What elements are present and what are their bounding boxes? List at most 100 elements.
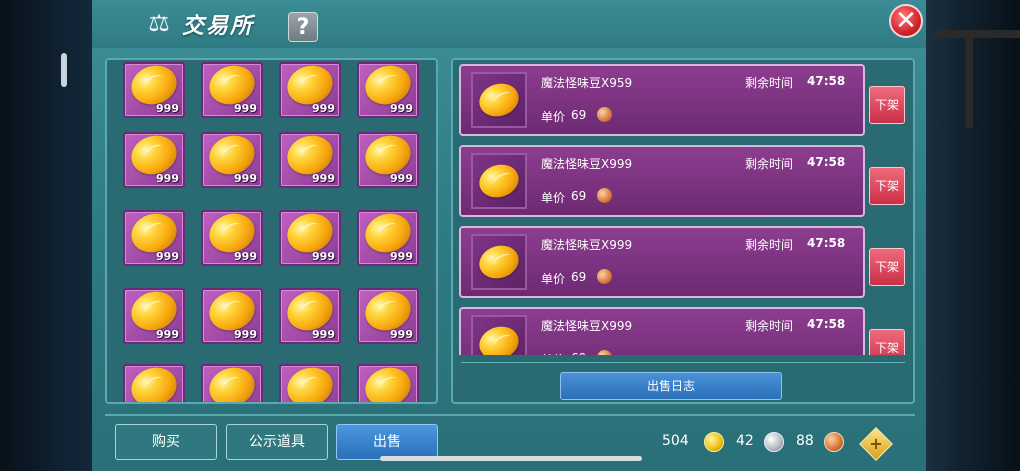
price-label: 单价	[541, 272, 566, 286]
slot-quantity: 999	[312, 172, 335, 185]
slot-quantity: 999	[234, 102, 257, 115]
inventory-slot[interactable]: 999	[201, 285, 263, 344]
inventory-slot[interactable]: 999	[357, 60, 419, 118]
listing-name: 魔法怪味豆X999	[541, 157, 633, 171]
inventory-grid: 999 999 999 999 999 999 999 999 999 999 …	[105, 58, 438, 404]
slot-quantity: 999	[234, 250, 257, 263]
home-indicator[interactable]	[380, 456, 642, 461]
inventory-slot[interactable]: 999	[123, 285, 185, 344]
tab-sell[interactable]: 出售	[336, 424, 438, 460]
bronze-coin-icon	[597, 107, 612, 122]
item-frame	[471, 153, 527, 209]
inventory-slot[interactable]: 999	[279, 285, 341, 344]
inventory-slot[interactable]: 999	[279, 60, 341, 118]
inventory-slot[interactable]: 999	[123, 60, 185, 118]
side-handle[interactable]	[61, 53, 67, 87]
bean-icon	[282, 361, 338, 402]
inventory-slot[interactable]	[201, 361, 263, 402]
time-label: 剩余时间	[745, 238, 794, 252]
time-label: 剩余时间	[745, 157, 794, 171]
unit-price: 69	[571, 351, 586, 355]
slot-quantity: 999	[390, 328, 413, 341]
inventory-slot[interactable]	[123, 361, 185, 402]
bean-icon	[204, 361, 260, 402]
time-remaining: 47:58	[807, 155, 846, 169]
sell-log-button[interactable]: 出售日志	[560, 372, 782, 400]
item-frame	[471, 72, 527, 128]
unit-price: 69	[571, 189, 587, 203]
inventory-slot[interactable]	[279, 361, 341, 402]
bean-icon	[360, 361, 416, 402]
page-title: 交易所	[182, 14, 255, 39]
silver-amount: 42	[736, 433, 754, 449]
listing-name: 魔法怪味豆X999	[541, 319, 633, 333]
time-remaining: 47:58	[807, 236, 846, 250]
listing-card[interactable]: 魔法怪味豆X999 剩余时间 47:58 单价 69	[459, 307, 865, 355]
time-remaining: 47:58	[807, 317, 846, 331]
inventory-slot[interactable]: 999	[357, 129, 419, 188]
delist-button[interactable]: 下架	[869, 167, 905, 205]
silver-coin-icon	[764, 432, 784, 452]
slot-quantity: 999	[234, 328, 257, 341]
slot-quantity: 999	[390, 172, 413, 185]
listing-name: 魔法怪味豆X959	[541, 76, 633, 90]
bean-icon	[126, 361, 182, 402]
bean-icon	[475, 78, 523, 122]
inventory-slot[interactable]: 999	[123, 129, 185, 188]
item-frame	[471, 234, 527, 290]
listing-scroll-area[interactable]: 魔法怪味豆X959 剩余时间 47:58 单价 69 下架 魔法怪味豆X999 …	[453, 60, 913, 355]
time-remaining: 47:58	[807, 74, 846, 88]
item-frame	[471, 315, 527, 355]
inventory-slot[interactable]: 999	[279, 207, 341, 266]
tab-public-items[interactable]: 公示道具	[226, 424, 328, 460]
slot-quantity: 999	[156, 250, 179, 263]
divider	[461, 362, 905, 363]
listing-card[interactable]: 魔法怪味豆X999 剩余时间 47:58 单价 69	[459, 145, 865, 217]
close-button[interactable]: ✕	[889, 4, 923, 38]
bronze-coin-icon	[597, 269, 612, 284]
divider	[105, 414, 915, 416]
slot-quantity: 999	[234, 172, 257, 185]
time-label: 剩余时间	[745, 319, 794, 333]
inventory-slot[interactable]	[357, 361, 419, 402]
inventory-slot[interactable]: 999	[279, 129, 341, 188]
inventory-slot[interactable]: 999	[201, 207, 263, 266]
title-bar: ⚖ 交易所 ? ✕	[92, 0, 926, 48]
slot-quantity: 999	[312, 250, 335, 263]
slot-quantity: 999	[390, 250, 413, 263]
help-button[interactable]: ?	[288, 12, 318, 42]
add-currency-button[interactable]: +	[859, 427, 893, 461]
inventory-slot[interactable]: 999	[357, 207, 419, 266]
gold-coin-icon	[704, 432, 724, 452]
listing-card[interactable]: 魔法怪味豆X959 剩余时间 47:58 单价 69	[459, 64, 865, 136]
delist-button[interactable]: 下架	[869, 329, 905, 355]
bean-icon	[475, 159, 523, 203]
listing-card[interactable]: 魔法怪味豆X999 剩余时间 47:58 单价 69	[459, 226, 865, 298]
slot-quantity: 999	[390, 102, 413, 115]
delist-button[interactable]: 下架	[869, 248, 905, 286]
game-world-left	[0, 0, 92, 471]
slot-quantity: 999	[312, 102, 335, 115]
slot-quantity: 999	[156, 102, 179, 115]
price-label: 单价	[541, 351, 565, 355]
scale-icon: ⚖	[148, 9, 170, 37]
time-label: 剩余时间	[745, 76, 794, 90]
inventory-slot[interactable]: 999	[201, 60, 263, 118]
unit-price: 69	[571, 270, 587, 284]
inventory-slot[interactable]: 999	[201, 129, 263, 188]
bean-icon	[475, 240, 523, 284]
bronze-amount: 88	[796, 433, 814, 449]
bean-icon	[475, 321, 523, 355]
tab-buy[interactable]: 购买	[115, 424, 217, 460]
game-world-right	[925, 0, 1020, 471]
inventory-slot[interactable]: 999	[123, 207, 185, 266]
inventory-slot[interactable]: 999	[357, 285, 419, 344]
bronze-coin-icon	[597, 188, 612, 203]
plus-icon: +	[869, 434, 883, 453]
slot-quantity: 999	[312, 328, 335, 341]
unit-price: 69	[571, 108, 587, 122]
bronze-coin-icon	[597, 350, 612, 355]
delist-button[interactable]: 下架	[869, 86, 905, 124]
sale-listings-panel: 魔法怪味豆X959 剩余时间 47:58 单价 69 下架 魔法怪味豆X999 …	[451, 58, 915, 404]
gold-amount: 504	[662, 433, 689, 449]
